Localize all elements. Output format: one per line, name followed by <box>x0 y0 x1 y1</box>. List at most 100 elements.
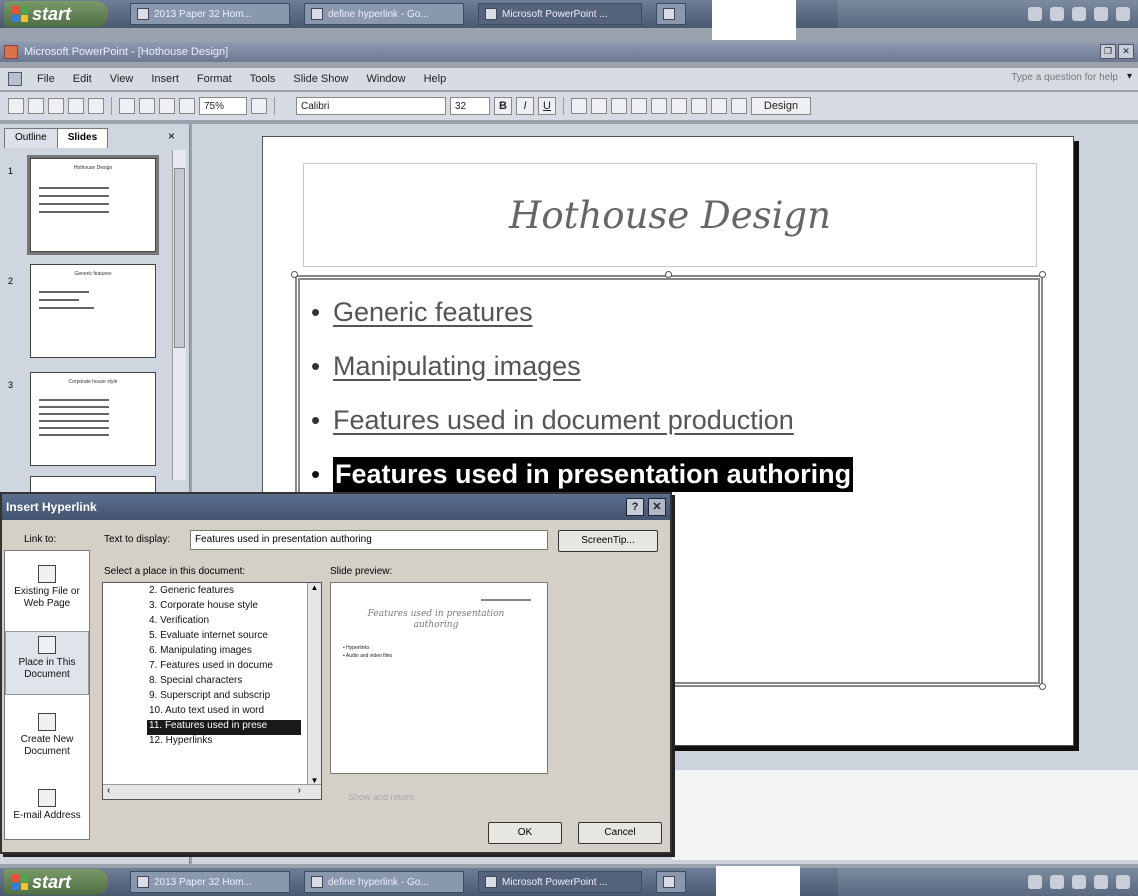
scroll-right-icon[interactable]: › <box>298 785 301 796</box>
listbox-vertical-scrollbar[interactable]: ▲ ▼ <box>307 583 321 785</box>
taskbar-item-extra[interactable] <box>656 3 686 25</box>
menu-insert[interactable]: Insert <box>142 73 188 85</box>
link-place-in-document[interactable]: Place in This Document <box>5 631 89 695</box>
menu-tools[interactable]: Tools <box>241 73 285 85</box>
restore-icon[interactable]: ❐ <box>1100 44 1116 59</box>
numbering-icon[interactable] <box>631 98 647 114</box>
pane-close-icon[interactable]: × <box>168 129 175 143</box>
save-icon[interactable] <box>48 98 64 114</box>
list-item[interactable]: 9. Superscript and subscrip <box>103 690 321 705</box>
tray-icon[interactable] <box>1050 875 1064 889</box>
show-and-return-checkbox[interactable]: Show and return <box>348 792 414 802</box>
taskbar-item-paper[interactable]: 2013 Paper 32 Hom... <box>130 3 290 25</box>
resize-handle[interactable] <box>665 271 672 278</box>
resize-handle[interactable] <box>1039 683 1046 690</box>
tray-icon[interactable] <box>1072 7 1086 21</box>
tray-icon[interactable] <box>1094 7 1108 21</box>
close-icon[interactable]: ✕ <box>648 498 666 516</box>
font-select[interactable]: Calibri <box>296 97 446 115</box>
link-create-new-document[interactable]: Create New Document <box>5 713 89 758</box>
align-left-icon[interactable] <box>571 98 587 114</box>
decrease-indent-icon[interactable] <box>691 98 707 114</box>
list-item[interactable]: 8. Special characters <box>103 675 321 690</box>
ask-question-input[interactable]: Type a question for help <box>1011 72 1118 83</box>
tray-icon[interactable] <box>1028 875 1042 889</box>
pane-scrollbar[interactable] <box>172 150 186 480</box>
slide-thumbnail-1[interactable]: Hothouse Design <box>27 155 159 255</box>
tray-icon[interactable] <box>1050 7 1064 21</box>
increase-indent-icon[interactable] <box>711 98 727 114</box>
close-icon[interactable]: ✕ <box>1118 44 1134 59</box>
menu-format[interactable]: Format <box>188 73 241 85</box>
list-item[interactable]: 3. Corporate house style <box>103 600 321 615</box>
notes-pane[interactable] <box>672 770 1138 860</box>
font-size-select[interactable]: 32 <box>450 97 490 115</box>
help-icon[interactable] <box>251 98 267 114</box>
bold-button[interactable]: B <box>494 97 512 115</box>
print-icon[interactable] <box>68 98 84 114</box>
tray-icon[interactable] <box>1094 875 1108 889</box>
underline-button[interactable]: U <box>538 97 556 115</box>
taskbar-item-browser[interactable]: define hyperlink - Go... <box>304 871 464 893</box>
taskbar-item-powerpoint[interactable]: Microsoft PowerPoint ... <box>478 871 642 893</box>
menu-slide-show[interactable]: Slide Show <box>284 73 357 85</box>
zoom-select[interactable]: 75% <box>199 97 247 115</box>
taskbar-item-paper[interactable]: 2013 Paper 32 Hom... <box>130 871 290 893</box>
list-item[interactable]: 12. Hyperlinks <box>103 735 321 750</box>
list-item[interactable]: 7. Features used in docume <box>103 660 321 675</box>
ask-dropdown-icon[interactable]: ▾ <box>1127 71 1132 82</box>
open-icon[interactable] <box>28 98 44 114</box>
bullets-icon[interactable] <box>651 98 667 114</box>
table-icon[interactable] <box>159 98 175 114</box>
tab-slides[interactable]: Slides <box>56 128 109 148</box>
slide-thumbnail-3[interactable]: Corporate house style <box>30 372 156 466</box>
ok-button[interactable]: OK <box>488 822 562 844</box>
list-item[interactable]: 10. Auto text used in word <box>103 705 321 720</box>
scroll-up-icon[interactable]: ▲ <box>308 583 321 592</box>
font-color-icon[interactable] <box>731 98 747 114</box>
text-to-display-input[interactable]: Features used in presentation authoring <box>190 530 548 550</box>
menu-window[interactable]: Window <box>357 73 414 85</box>
increase-font-icon[interactable] <box>671 98 687 114</box>
taskbar-item-powerpoint[interactable]: Microsoft PowerPoint ... <box>478 3 642 25</box>
place-listbox[interactable]: 2. Generic features 3. Corporate house s… <box>102 582 322 800</box>
scroll-left-icon[interactable]: ‹ <box>107 785 110 796</box>
resize-handle[interactable] <box>1039 271 1046 278</box>
list-item[interactable]: 5. Evaluate internet source <box>103 630 321 645</box>
menu-edit[interactable]: Edit <box>64 73 101 85</box>
chart-icon[interactable] <box>139 98 155 114</box>
bullet-item[interactable]: • Generic features <box>311 285 853 339</box>
start-button-bottom[interactable]: start <box>4 869 108 895</box>
tray-icon[interactable] <box>1072 875 1086 889</box>
new-icon[interactable] <box>8 98 24 114</box>
list-item[interactable]: 4. Verification <box>103 615 321 630</box>
align-center-icon[interactable] <box>591 98 607 114</box>
list-item[interactable]: 6. Manipulating images <box>103 645 321 660</box>
menu-view[interactable]: View <box>101 73 143 85</box>
slide-title[interactable]: Hothouse Design <box>303 163 1037 267</box>
listbox-horizontal-scrollbar[interactable]: ‹ › <box>103 784 321 799</box>
menu-help[interactable]: Help <box>415 73 456 85</box>
undo-icon[interactable] <box>119 98 135 114</box>
link-existing-file[interactable]: Existing File or Web Page <box>5 565 89 610</box>
preview-icon[interactable] <box>88 98 104 114</box>
bullet-item[interactable]: • Features used in document production <box>311 393 853 447</box>
tray-icon[interactable] <box>1116 875 1130 889</box>
align-right-icon[interactable] <box>611 98 627 114</box>
start-button[interactable]: start <box>4 1 108 27</box>
cancel-button[interactable]: Cancel <box>578 822 662 844</box>
menu-file[interactable]: File <box>28 73 64 85</box>
link-email-address[interactable]: E-mail Address <box>5 789 89 822</box>
grid-icon[interactable] <box>179 98 195 114</box>
resize-handle[interactable] <box>291 271 298 278</box>
screentip-button[interactable]: ScreenTip... <box>558 530 658 552</box>
slide-thumbnail-2[interactable]: Generic features <box>30 264 156 358</box>
taskbar-item-browser[interactable]: define hyperlink - Go... <box>304 3 464 25</box>
document-icon[interactable] <box>8 72 22 86</box>
design-button[interactable]: Design <box>751 97 811 115</box>
bullet-item[interactable]: • Manipulating images <box>311 339 853 393</box>
list-item[interactable]: 2. Generic features <box>103 585 321 600</box>
list-item-selected[interactable]: 11. Features used in prese <box>147 720 301 735</box>
tray-icon[interactable] <box>1116 7 1130 21</box>
help-icon[interactable]: ? <box>626 498 644 516</box>
